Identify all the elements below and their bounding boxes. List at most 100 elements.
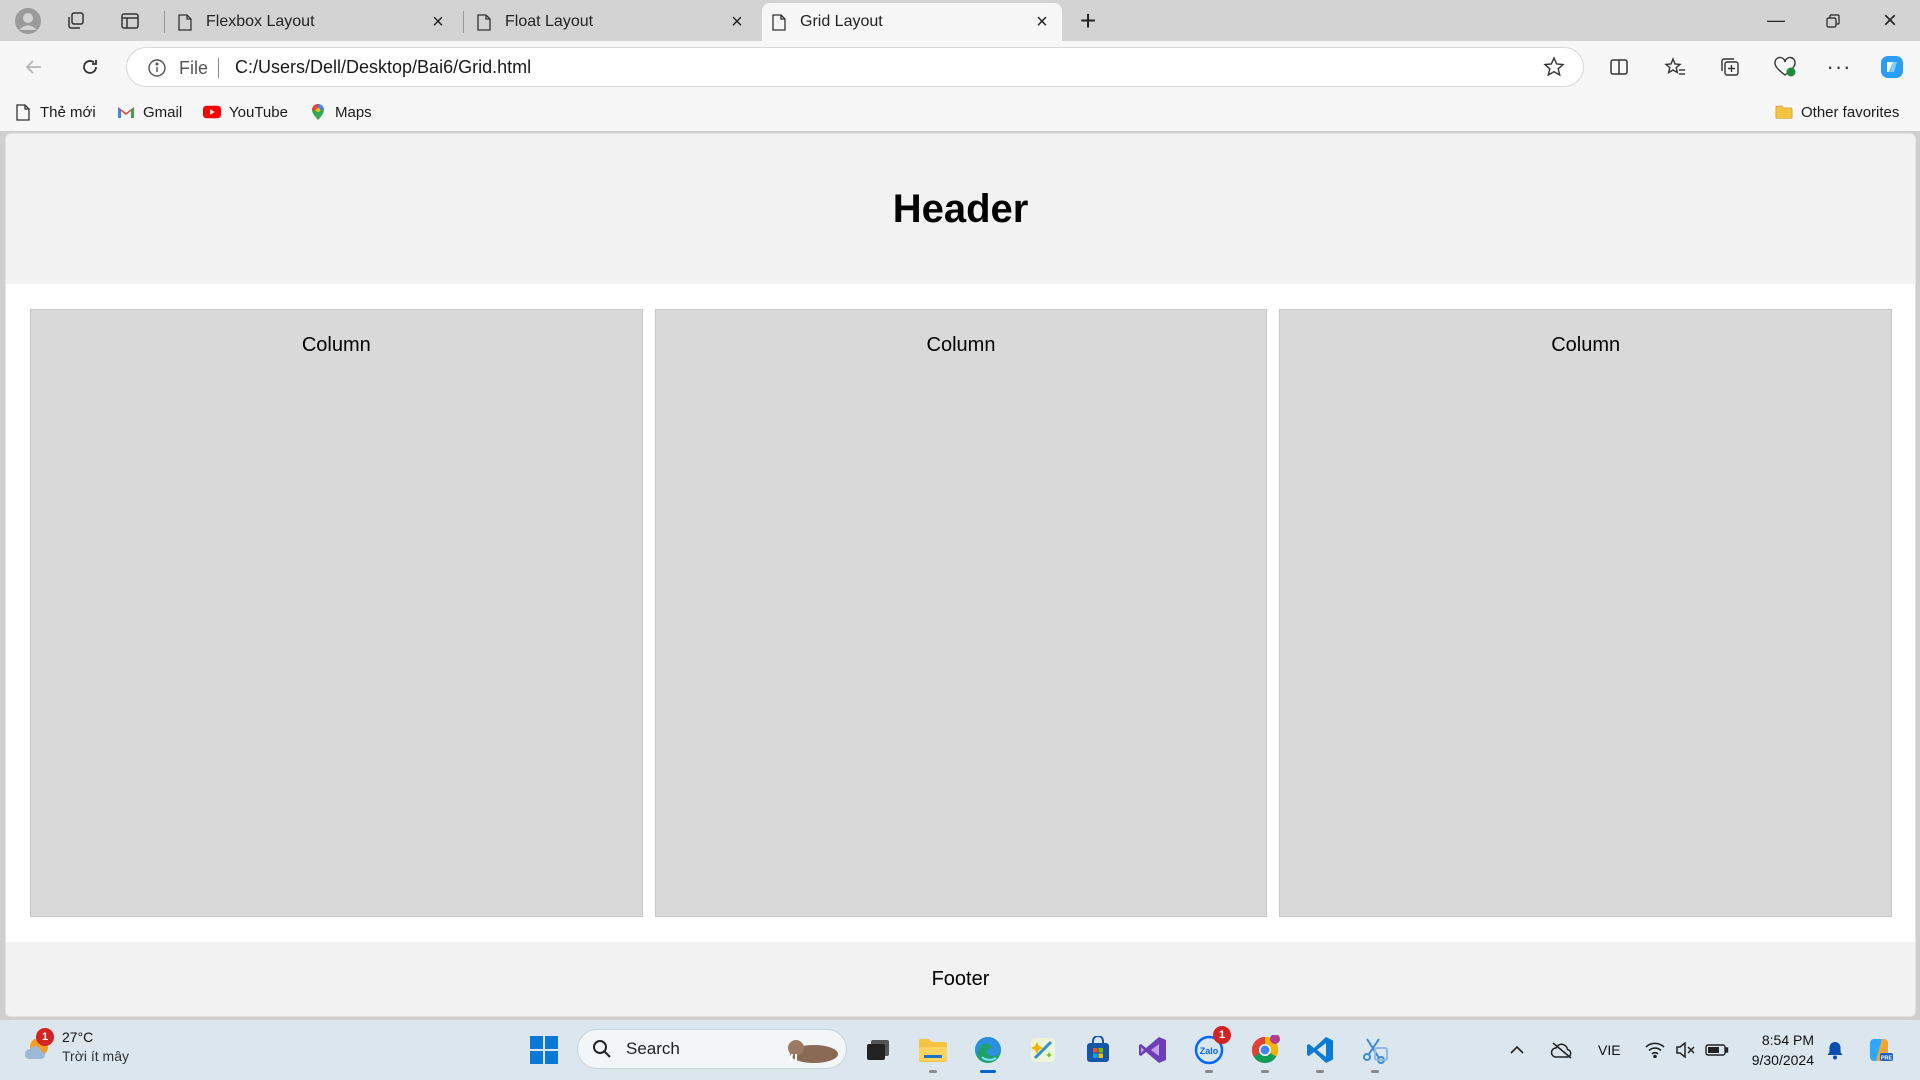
taskbar-edge[interactable] (968, 1030, 1008, 1073)
show-hidden-icons-button[interactable] (1509, 1020, 1525, 1080)
favorite-label: Gmail (143, 103, 183, 121)
vertical-tabs-button[interactable] (112, 4, 148, 38)
new-tab-button[interactable]: + (1070, 4, 1106, 38)
store-icon (1087, 1036, 1109, 1062)
taskbar-visual-studio[interactable] (1133, 1030, 1173, 1070)
tab-title: Float Layout (505, 13, 594, 30)
grid-column: Column (1279, 309, 1892, 917)
tab-separator (164, 11, 165, 33)
page-icon (477, 13, 491, 31)
network-button[interactable] (1645, 1020, 1665, 1080)
plus-icon: + (1079, 5, 1097, 36)
url-text[interactable]: C:/Users/Dell/Desktop/Bai6/Grid.html (235, 57, 531, 78)
page-header-title: Header (892, 186, 1029, 231)
taskbar-store[interactable] (1078, 1030, 1118, 1070)
taskbar-clock[interactable]: 8:54 PM 9/30/2024 (1742, 1030, 1814, 1070)
taskbar-vscode[interactable] (1300, 1030, 1340, 1073)
favorite-youtube[interactable]: YouTube (203, 100, 288, 124)
close-window-button[interactable]: × (1862, 0, 1918, 41)
close-tab-icon[interactable]: × (428, 11, 448, 33)
zalo-notification-badge: 1 (1213, 1026, 1231, 1044)
vscode-icon (1307, 1037, 1333, 1063)
refresh-button[interactable] (72, 50, 108, 84)
refresh-icon (83, 60, 97, 74)
url-scheme-label: File (179, 58, 209, 78)
chevron-up-icon (1510, 1045, 1524, 1054)
tab-float-layout[interactable]: Float Layout × (467, 3, 757, 41)
tab-actions-icon (121, 13, 139, 29)
taskbar-chrome[interactable] (1245, 1030, 1285, 1073)
notifications-button[interactable] (1826, 1020, 1844, 1080)
copilot-button[interactable] (1874, 50, 1910, 84)
favorites-star-list-icon (1664, 57, 1685, 75)
edge-browser-icon (975, 1037, 1001, 1063)
battery-button[interactable] (1705, 1020, 1729, 1080)
other-favorites-label: Other favorites (1801, 103, 1900, 121)
navigation-toolbar: File C:/Users/Dell/Desktop/Bai6/Grid.htm… (0, 41, 1920, 93)
address-bar[interactable]: File C:/Users/Dell/Desktop/Bai6/Grid.htm… (126, 47, 1584, 87)
grid-column: Column (30, 309, 643, 917)
favorite-label: YouTube (229, 103, 288, 121)
profile-icon (15, 8, 41, 34)
minimize-button[interactable]: — (1748, 0, 1804, 41)
column-label: Column (301, 334, 371, 356)
onedrive-status[interactable] (1550, 1020, 1574, 1080)
weather-temperature: 27°C (62, 1029, 94, 1045)
restore-button[interactable] (1805, 0, 1861, 41)
copilot-taskbar-button[interactable]: PRE (1864, 1020, 1894, 1080)
settings-more-button[interactable]: ··· (1821, 50, 1857, 84)
weather-condition: Trời ít mây (62, 1048, 129, 1064)
restore-icon (1826, 13, 1840, 28)
column-label: Column (926, 334, 996, 356)
taskbar-snipping-tool[interactable] (1355, 1030, 1395, 1073)
svg-text:Zalo: Zalo (1200, 1046, 1219, 1056)
taskbar-zalo[interactable]: Zalo 1 (1189, 1026, 1231, 1073)
profile-button[interactable] (10, 4, 46, 38)
start-button[interactable] (524, 1030, 564, 1070)
weather-widget[interactable]: 1 27°C Trời ít mây (22, 1028, 129, 1066)
tab-title: Flexbox Layout (206, 13, 315, 30)
favorites-button[interactable] (1657, 50, 1693, 84)
taskbar-file-explorer[interactable] (913, 1030, 953, 1073)
active-indicator (980, 1070, 996, 1073)
tab-flexbox-layout[interactable]: Flexbox Layout × (168, 3, 458, 41)
gmail-icon (118, 107, 134, 118)
tab-strip: Flexbox Layout × Float Layout × Grid Lay… (0, 0, 1920, 41)
weather-badge: 1 (36, 1028, 54, 1046)
taskbar-task-view[interactable] (858, 1030, 898, 1070)
youtube-icon (203, 105, 221, 119)
favorite-new-tab[interactable]: Thẻ mới (14, 100, 96, 124)
tab-grid-layout[interactable]: Grid Layout × (762, 3, 1062, 41)
close-tab-icon[interactable]: × (727, 11, 747, 33)
folder-icon (919, 1039, 947, 1062)
running-indicator (1371, 1070, 1379, 1073)
collections-button[interactable] (1712, 50, 1748, 84)
browser-essentials-button[interactable] (1767, 50, 1803, 84)
wifi-icon (1645, 1042, 1665, 1058)
info-icon[interactable] (147, 58, 167, 78)
input-language[interactable]: VIE (1598, 1020, 1621, 1080)
other-favorites-folder[interactable]: Other favorites (1775, 100, 1899, 124)
clock-time: 8:54 PM (1761, 1032, 1814, 1048)
favorite-gmail[interactable]: Gmail (117, 100, 182, 124)
page-footer: Footer (6, 942, 1915, 1016)
split-screen-button[interactable] (1601, 50, 1637, 84)
page-icon (772, 13, 786, 31)
taskbar-search[interactable]: Search (577, 1029, 847, 1069)
volume-button[interactable] (1675, 1020, 1695, 1080)
close-tab-icon[interactable]: × (1032, 11, 1052, 33)
column-grid: Column Column Column (30, 309, 1892, 917)
workspaces-button[interactable] (58, 4, 94, 38)
running-indicator (1316, 1070, 1324, 1073)
search-icon (593, 1040, 611, 1058)
svg-text:PRE: PRE (1881, 1056, 1893, 1062)
favorite-maps[interactable]: Maps (309, 100, 372, 124)
snipping-tool-icon (1363, 1038, 1388, 1064)
heart-pulse-icon (1774, 56, 1796, 77)
taskbar-paint-app[interactable] (1023, 1030, 1063, 1070)
add-favorite-star-icon[interactable] (1543, 56, 1565, 78)
battery-icon (1705, 1044, 1729, 1056)
back-button[interactable] (16, 50, 52, 84)
address-separator (218, 58, 219, 78)
language-label: VIE (1598, 1042, 1621, 1058)
